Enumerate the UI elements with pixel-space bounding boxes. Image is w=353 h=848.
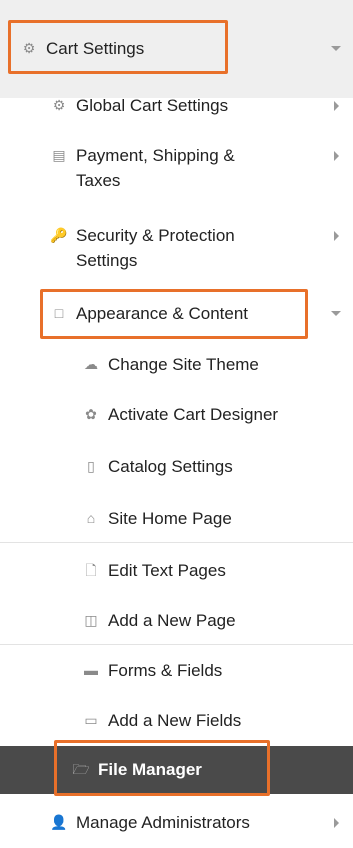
user-icon: 👤 [50,814,68,830]
menu-item-label: Site Home Page [108,509,232,528]
menu-divider [0,644,353,645]
home-icon: ⌂ [86,510,96,526]
menu-item-label: Add a New Page [108,611,236,630]
menu-divider [0,542,353,543]
menu-item-label-line2: Taxes [76,171,121,190]
menu-item-label: Catalog Settings [108,457,233,476]
menu-item-catalog-settings[interactable]: ▯ Catalog Settings [0,450,353,486]
highlight-cart-settings [8,20,228,74]
chevron-down-icon [331,311,341,316]
chevron-right-icon [334,101,339,111]
chevron-right-icon [334,231,339,241]
register-icon: ▤ [52,147,66,163]
chevron-down-icon [331,46,341,51]
key-icon: 🔑 [50,227,68,243]
menu-item-label: Add a New Fields [108,711,242,730]
menu-item-security-protection[interactable]: 🔑 Security & Protection Settings [0,220,353,280]
menu-item-label: Global Cart Settings [76,96,229,115]
menu-item-edit-text-pages[interactable]: 🗋 Edit Text Pages [0,554,353,590]
menu-item-site-home-page[interactable]: ⌂ Site Home Page [0,502,353,538]
menu-item-add-new-page[interactable]: ◫ Add a New Page [0,604,353,640]
chevron-right-icon [334,818,339,828]
menu-item-label-line1: Security & Protection [76,226,235,245]
menu-item-label: Activate Cart Designer [108,405,279,424]
highlight-file-manager [54,740,270,796]
highlight-appearance-content [40,289,308,339]
menu-item-change-site-theme[interactable]: ☁ Change Site Theme [0,348,353,384]
menu-item-forms-fields[interactable]: ▬ Forms & Fields [0,654,353,690]
cloud-icon: ☁ [84,356,98,372]
menu-item-label-line2: Settings [76,251,138,270]
chevron-right-icon [334,151,339,161]
palette-icon: ✿ [85,406,97,422]
menu-item-global-cart-settings[interactable]: ⚙ Global Cart Settings [0,88,353,124]
catalog-icon: ▯ [87,458,95,474]
menu-item-label-line1: Payment, Shipping & [76,146,235,165]
add-field-icon: ▭ [84,712,98,728]
menu-item-activate-cart-designer[interactable]: ✿ Activate Cart Designer [0,398,353,434]
form-icon: ▬ [84,662,98,678]
menu-item-add-new-fields[interactable]: ▭ Add a New Fields [0,704,353,740]
menu-item-label: Manage Administrators [76,813,250,832]
menu-item-manage-administrators[interactable]: 👤 Manage Administrators [0,804,353,844]
add-page-icon: ◫ [84,612,98,628]
menu-item-label: Forms & Fields [108,661,223,680]
page-icon: 🗋 [85,562,97,578]
menu-item-label: Edit Text Pages [108,561,226,580]
menu-item-payment-shipping-taxes[interactable]: ▤ Payment, Shipping & Taxes [0,140,353,200]
gear-icon: ⚙ [52,97,66,113]
menu-item-label: Change Site Theme [108,355,259,374]
